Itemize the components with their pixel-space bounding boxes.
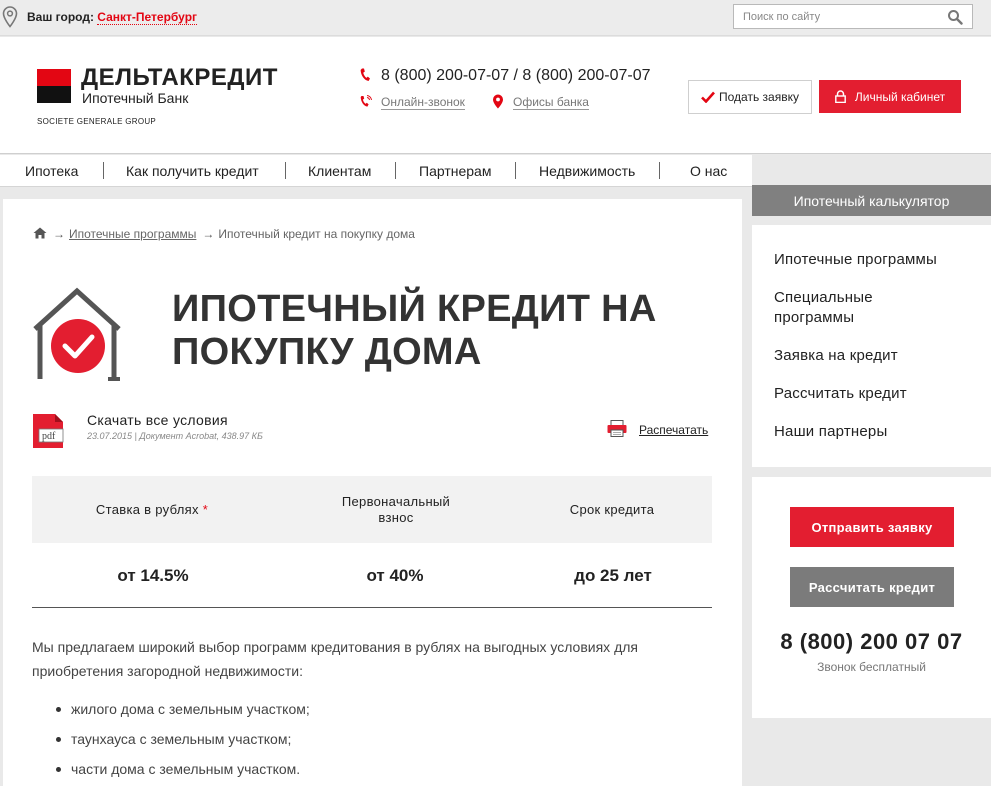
down-payment-value: от 40% (366, 566, 424, 585)
terms-divider (32, 607, 712, 608)
city-label: Ваш город: (27, 10, 98, 24)
pdf-icon-label: pdf (42, 431, 56, 442)
top-bar: Ваш город: Санкт-Петербург (0, 0, 991, 36)
sidebar-menu: Ипотечные программы Специальные программ… (752, 225, 991, 467)
sidebar-item-credit-application[interactable]: Заявка на кредит (774, 346, 898, 366)
nav-separator (285, 162, 286, 179)
sidebar-item-partners[interactable]: Наши партнеры (774, 422, 887, 442)
apply-button[interactable]: Подать заявку (688, 80, 812, 114)
list-item: части дома с земельным участком. (56, 757, 310, 786)
breadcrumb: → Ипотечные программы → Ипотечный кредит на… (33, 227, 415, 241)
nav-separator (515, 162, 516, 179)
apply-button-label: Подать заявку (719, 90, 799, 104)
nav-item-partners[interactable]: Партнерам (419, 163, 491, 179)
city-selector: Ваш город: Санкт-Петербург (27, 10, 198, 25)
list-item: жилого дома с земельным участком; (56, 697, 310, 727)
list-item: таунхауса с земельным участком; (56, 727, 310, 757)
online-call-icon (360, 95, 372, 107)
sidebar-actions: Отправить заявку Рассчитать кредит 8 (80… (752, 477, 991, 718)
logo-name[interactable]: ДЕЛЬТАКРЕДИТ (81, 66, 278, 90)
sidebar-item-special-programs[interactable]: Специальные программы (774, 288, 944, 328)
offices-link[interactable]: Офисы банка (513, 95, 589, 110)
location-pin-icon (2, 6, 18, 28)
nav-item-about[interactable]: О нас (690, 163, 727, 179)
download-meta: 23.07.2015 | Документ Acrobat, 438.97 КБ (87, 431, 263, 441)
personal-cabinet-label: Личный кабинет (854, 89, 946, 104)
nav-separator (659, 162, 660, 179)
home-icon[interactable] (33, 227, 47, 239)
main-nav: Ипотека Как получить кредит Клиентам Пар… (0, 155, 752, 187)
rate-footnote-star: * (202, 502, 209, 517)
send-application-button[interactable]: Отправить заявку (790, 507, 954, 547)
lock-icon (834, 90, 846, 103)
logo-group: SOCIETE GENERALE GROUP (37, 117, 157, 126)
map-pin-icon (493, 94, 503, 109)
description-text: Мы предлагаем широкий выбор программ кре… (32, 639, 638, 679)
nav-item-real-estate[interactable]: Недвижимость (539, 163, 635, 179)
sidebar-item-mortgage-programs[interactable]: Ипотечные программы (774, 250, 937, 270)
search-box (733, 4, 973, 29)
mortgage-calculator-tab[interactable]: Ипотечный калькулятор (752, 185, 991, 216)
free-call-note: Звонок бесплатный (817, 660, 926, 674)
city-link[interactable]: Санкт-Петербург (97, 10, 198, 25)
search-input[interactable] (734, 5, 934, 28)
nav-separator (103, 162, 104, 179)
nav-item-mortgage[interactable]: Ипотека (25, 163, 78, 179)
breadcrumb-current: Ипотечный кредит на покупку дома (218, 227, 415, 241)
breadcrumb-arrow: → (202, 227, 215, 241)
logo-subtitle: Ипотечный Банк (82, 90, 189, 106)
download-conditions-link[interactable]: Скачать все условия (87, 412, 228, 428)
personal-cabinet-button[interactable]: Личный кабинет (819, 80, 961, 113)
nav-item-how-to-get-credit[interactable]: Как получить кредит (126, 163, 259, 179)
logo-mark[interactable] (37, 69, 71, 103)
print-link[interactable]: Распечатать (639, 423, 708, 437)
phone-icon (360, 68, 370, 81)
main-content: → Ипотечные программы → Ипотечный кредит на… (3, 199, 742, 786)
rate-header: Ставка в рублях * (95, 502, 209, 517)
nav-separator (395, 162, 396, 179)
sidebar-phone: 8 (800) 200 07 07 (780, 629, 963, 654)
rate-value: от 14.5% (117, 566, 189, 585)
property-types-list: жилого дома с земельным участком; таунха… (56, 697, 310, 786)
house-check-icon (33, 287, 121, 381)
breadcrumb-arrow: → (53, 227, 65, 241)
pdf-file-icon[interactable]: pdf (33, 413, 69, 449)
page-title: ИПОТЕЧНЫЙ КРЕДИТ НА ПОКУПКУ ДОМА (172, 288, 657, 373)
phone-text: 8 (800) 200-07-07 / 8 (800) 200-07-07 (381, 67, 651, 84)
loan-terms-table: Ставка в рублях * Первоначальный взнос С… (32, 476, 712, 609)
term-value: до 25 лет (574, 566, 652, 585)
printer-icon[interactable] (607, 420, 627, 437)
nav-item-clients[interactable]: Клиентам (308, 163, 371, 179)
online-call-link[interactable]: Онлайн-звонок (381, 95, 465, 110)
site-header: ДЕЛЬТАКРЕДИТ Ипотечный Банк SOCIETE GENE… (0, 37, 991, 154)
calculate-credit-button[interactable]: Рассчитать кредит (790, 567, 954, 607)
breadcrumb-programs-link[interactable]: Ипотечные программы (69, 227, 196, 241)
term-header: Срок кредита (569, 502, 655, 517)
search-icon[interactable] (947, 9, 963, 25)
checkmark-icon (701, 91, 715, 103)
sidebar-item-calculate-credit[interactable]: Рассчитать кредит (774, 384, 907, 404)
down-payment-header: Первоначальный взнос (341, 494, 451, 525)
